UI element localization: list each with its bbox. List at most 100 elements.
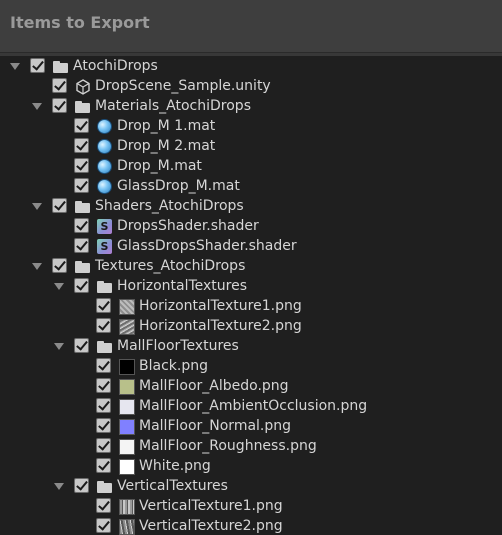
include-checkbox[interactable] (74, 478, 89, 493)
folder-icon (75, 259, 91, 275)
tree-row-horizontaltexture1-png[interactable]: HorizontalTexture1.png (0, 297, 502, 317)
include-checkbox[interactable] (74, 158, 89, 173)
expand-arrow-icon[interactable] (54, 483, 64, 490)
tree-item-label: MallFloor_Roughness.png (139, 438, 317, 454)
expand-arrow-icon[interactable] (54, 343, 64, 350)
tree-item-label: MallFloorTextures (117, 338, 239, 354)
tree-row-drop-m-2-mat[interactable]: Drop_M 2.mat (0, 137, 502, 157)
tree-row-materials-atochidrops[interactable]: Materials_AtochiDrops (0, 97, 502, 117)
tree-item-label: Textures_AtochiDrops (95, 258, 246, 274)
tree-row-drop-m-1-mat[interactable]: Drop_M 1.mat (0, 117, 502, 137)
tree-row-glassdrop-m-mat[interactable]: GlassDrop_M.mat (0, 177, 502, 197)
include-checkbox[interactable] (96, 458, 111, 473)
tree-row-textures-atochidrops[interactable]: Textures_AtochiDrops (0, 257, 502, 277)
include-checkbox[interactable] (74, 278, 89, 293)
include-checkbox[interactable] (96, 318, 111, 333)
include-checkbox[interactable] (52, 78, 67, 93)
tree-row-mallfloor-albedo-png[interactable]: MallFloor_Albedo.png (0, 377, 502, 397)
tree-row-horizontaltexture2-png[interactable]: HorizontalTexture2.png (0, 317, 502, 337)
tree-row-atochidrops[interactable]: AtochiDrops (0, 57, 502, 77)
tree-item-label: VerticalTexture1.png (139, 498, 283, 514)
shader-icon: S (97, 239, 113, 255)
include-checkbox[interactable] (96, 518, 111, 533)
tree-row-verticaltextures[interactable]: VerticalTextures (0, 477, 502, 497)
texture-icon (119, 399, 135, 415)
material-icon (97, 139, 113, 155)
tree-item-label: HorizontalTextures (117, 278, 248, 294)
tree-row-glassdropsshader-shader[interactable]: S GlassDropsShader.shader (0, 237, 502, 257)
tree-row-verticaltexture1-png[interactable]: VerticalTexture1.png (0, 497, 502, 517)
folder-icon (75, 99, 91, 115)
include-checkbox[interactable] (96, 298, 111, 313)
shader-icon: S (97, 219, 113, 235)
tree-item-label: VerticalTextures (117, 478, 228, 494)
texture-icon (119, 419, 135, 435)
expand-arrow-icon[interactable] (54, 283, 64, 290)
include-checkbox[interactable] (52, 98, 67, 113)
texture-icon (119, 499, 135, 515)
tree-item-label: DropsShader.shader (117, 218, 259, 234)
tree-item-label: Drop_M.mat (117, 158, 202, 174)
tree-row-mallfloor-ambientocclusion-png[interactable]: MallFloor_AmbientOcclusion.png (0, 397, 502, 417)
include-checkbox[interactable] (74, 238, 89, 253)
include-checkbox[interactable] (96, 398, 111, 413)
include-checkbox[interactable] (96, 358, 111, 373)
expand-arrow-icon[interactable] (32, 263, 42, 270)
tree-item-label: MallFloor_Albedo.png (139, 378, 289, 394)
include-checkbox[interactable] (30, 58, 45, 73)
include-checkbox[interactable] (52, 258, 67, 273)
tree-row-dropscene-sample-unity[interactable]: DropScene_Sample.unity (0, 77, 502, 97)
tree-row-mallfloor-roughness-png[interactable]: MallFloor_Roughness.png (0, 437, 502, 457)
expand-arrow-icon[interactable] (32, 203, 42, 210)
tree-item-label: Shaders_AtochiDrops (95, 198, 244, 214)
tree-item-label: White.png (139, 458, 211, 474)
export-panel-header: Items to Export (0, 0, 502, 53)
material-icon (97, 159, 113, 175)
expand-arrow-icon[interactable] (32, 103, 42, 110)
unity-scene-icon (75, 79, 91, 95)
folder-icon (75, 199, 91, 215)
tree-row-mallfloor-normal-png[interactable]: MallFloor_Normal.png (0, 417, 502, 437)
tree-row-black-png[interactable]: Black.png (0, 357, 502, 377)
expand-arrow-icon[interactable] (10, 63, 20, 70)
tree-item-label: VerticalTexture2.png (139, 518, 283, 534)
texture-icon (119, 379, 135, 395)
include-checkbox[interactable] (96, 438, 111, 453)
texture-icon (119, 459, 135, 475)
tree-item-label: GlassDropsShader.shader (117, 238, 297, 254)
include-checkbox[interactable] (74, 138, 89, 153)
include-checkbox[interactable] (74, 338, 89, 353)
material-icon (97, 179, 113, 195)
include-checkbox[interactable] (74, 218, 89, 233)
texture-icon (119, 439, 135, 455)
tree-row-white-png[interactable]: White.png (0, 457, 502, 477)
tree-item-label: AtochiDrops (73, 58, 158, 74)
folder-icon (53, 59, 69, 75)
texture-icon (119, 519, 135, 535)
tree-row-drop-m-mat[interactable]: Drop_M.mat (0, 157, 502, 177)
tree-row-shaders-atochidrops[interactable]: Shaders_AtochiDrops (0, 197, 502, 217)
tree-item-label: DropScene_Sample.unity (95, 78, 271, 94)
tree-item-label: Drop_M 1.mat (117, 118, 216, 134)
folder-icon (97, 479, 113, 495)
tree-row-dropsshader-shader[interactable]: S DropsShader.shader (0, 217, 502, 237)
tree-row-verticaltexture2-png[interactable]: VerticalTexture2.png (0, 517, 502, 535)
texture-icon (119, 319, 135, 335)
include-checkbox[interactable] (96, 498, 111, 513)
include-checkbox[interactable] (74, 178, 89, 193)
include-checkbox[interactable] (74, 118, 89, 133)
include-checkbox[interactable] (52, 198, 67, 213)
export-tree[interactable]: AtochiDrops DropScene_Sample.unity Materia… (0, 56, 502, 535)
tree-item-label: MallFloor_Normal.png (139, 418, 292, 434)
tree-row-mallfloortextures[interactable]: MallFloorTextures (0, 337, 502, 357)
tree-row-horizontaltextures[interactable]: HorizontalTextures (0, 277, 502, 297)
include-checkbox[interactable] (96, 418, 111, 433)
include-checkbox[interactable] (96, 378, 111, 393)
tree-item-label: MallFloor_AmbientOcclusion.png (139, 398, 368, 414)
tree-item-label: GlassDrop_M.mat (117, 178, 240, 194)
material-icon (97, 119, 113, 135)
tree-item-label: HorizontalTexture1.png (139, 298, 302, 314)
folder-icon (97, 279, 113, 295)
texture-icon (119, 359, 135, 375)
folder-icon (97, 339, 113, 355)
